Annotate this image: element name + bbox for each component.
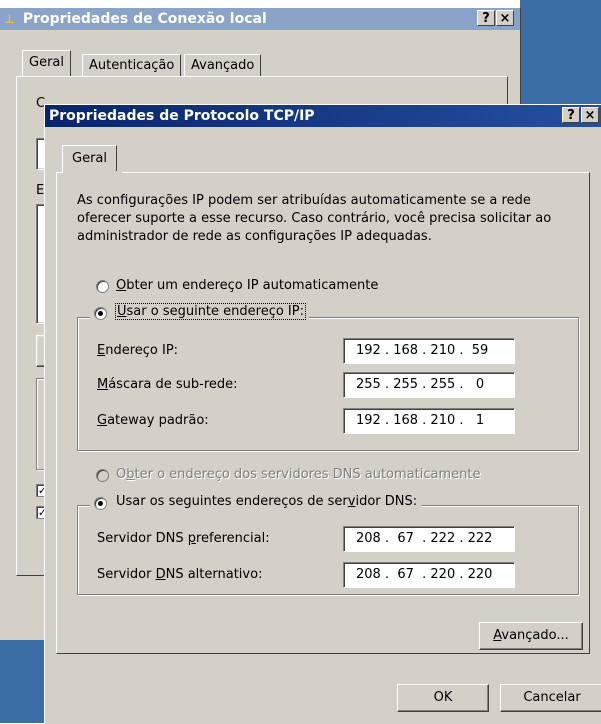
- background-tab-avancado[interactable]: Avançado: [184, 54, 262, 76]
- alternate-dns-field[interactable]: 208 . 67 . 220 . 220: [343, 562, 515, 588]
- preferred-dns-label: Servidor DNS preferencial:: [97, 531, 270, 546]
- background-tab-geral[interactable]: Geral: [22, 50, 71, 76]
- tcpip-dialog-title: Propriedades de Protocolo TCP/IP: [49, 108, 315, 124]
- ip-manual-radio[interactable]: [94, 307, 107, 320]
- tab-geral[interactable]: Geral: [62, 145, 117, 173]
- ip-manual-label[interactable]: Usar o seguinte endereço IP:: [115, 303, 306, 320]
- background-help-button[interactable]: ?: [477, 10, 495, 26]
- desktop-background-bottom: [0, 640, 50, 723]
- subnet-mask-field[interactable]: 255 . 255 . 255 . 0: [343, 372, 515, 398]
- ip-address-label: Endereço IP:: [97, 343, 179, 358]
- gateway-label: Gateway padrão:: [97, 413, 209, 428]
- close-button[interactable]: ×: [581, 107, 599, 123]
- background-tab-autenticacao[interactable]: Autenticação: [82, 54, 182, 76]
- ip-manual-legend: Usar o seguinte endereço IP:: [90, 303, 309, 324]
- background-partial-letter-e: E: [36, 183, 45, 198]
- ip-auto-radio[interactable]: [96, 280, 109, 293]
- background-window-titlebar: ⊥ Propriedades de Conexão local: [0, 8, 520, 30]
- dns-auto-radio[interactable]: [96, 469, 109, 482]
- tcpip-dialog: Propriedades de Protocolo TCP/IP ? × Ger…: [44, 104, 601, 724]
- tcpip-dialog-titlebar: Propriedades de Protocolo TCP/IP: [45, 105, 601, 127]
- ok-button[interactable]: OK: [397, 684, 489, 712]
- advanced-button[interactable]: Avançado...: [479, 622, 583, 650]
- dns-manual-radio[interactable]: [94, 497, 107, 510]
- cancel-button[interactable]: Cancelar: [500, 684, 601, 712]
- background-close-button[interactable]: ×: [496, 10, 514, 26]
- alternate-dns-label: Servidor DNS alternativo:: [97, 567, 263, 582]
- description-text: As configurações IP podem ser atribuídas…: [77, 193, 552, 244]
- dns-manual-label[interactable]: Usar os seguintes endereços de servidor …: [116, 494, 417, 509]
- help-button[interactable]: ?: [562, 107, 580, 123]
- dns-manual-legend: Usar os seguintes endereços de servidor …: [90, 494, 422, 514]
- tab-join: [63, 171, 122, 173]
- preferred-dns-field[interactable]: 208 . 67 . 222 . 222: [343, 526, 515, 552]
- network-icon: ⊥: [4, 12, 15, 26]
- subnet-mask-label: Máscara de sub-rede:: [97, 377, 238, 392]
- ip-auto-label[interactable]: Obter um endereço IP automaticamente: [116, 278, 378, 293]
- background-window-title: Propriedades de Conexão local: [22, 11, 267, 27]
- dns-auto-label[interactable]: Obter o endereço dos servidores DNS auto…: [116, 467, 480, 482]
- gateway-field[interactable]: 192 . 168 . 210 . 1: [343, 408, 515, 434]
- ip-address-field[interactable]: 192 . 168 . 210 . 59: [343, 338, 515, 364]
